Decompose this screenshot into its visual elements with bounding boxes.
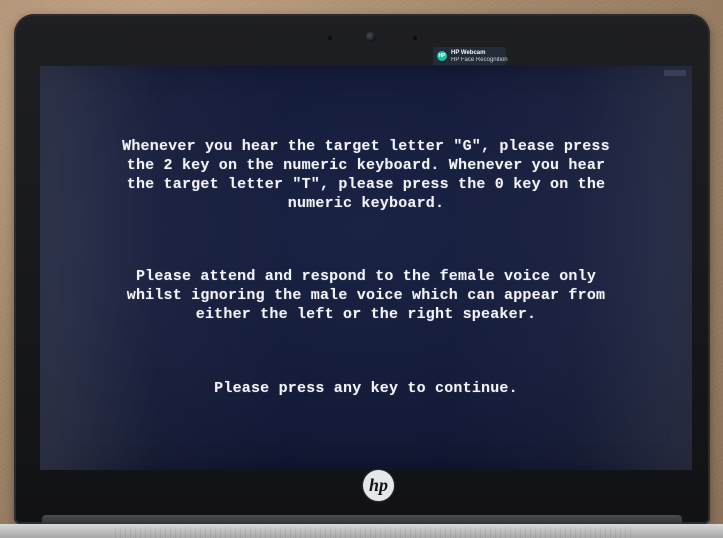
webcam-app-icon: HP <box>437 51 447 61</box>
notification-title: HP Webcam <box>451 50 486 56</box>
microphone-icon-right <box>413 36 417 40</box>
microphone-icon-left <box>328 36 332 40</box>
instruction-paragraph-1: Whenever you hear the target letter "G",… <box>122 138 610 212</box>
laptop-screen[interactable]: Whenever you hear the target letter "G",… <box>40 66 692 470</box>
instruction-paragraph-2: Please attend and respond to the female … <box>126 268 606 323</box>
webcam-icon <box>366 32 376 42</box>
webcam-bar <box>318 28 468 48</box>
hp-logo: hp <box>363 470 394 501</box>
keyboard-edge-pattern <box>115 527 635 538</box>
continue-prompt: Please press any key to continue. <box>214 380 518 397</box>
screen-status-indicator <box>664 70 686 76</box>
photo-scene: HP HP Webcam HP Face Recognition Wheneve… <box>0 0 723 538</box>
webcam-notification[interactable]: HP HP Webcam HP Face Recognition <box>433 47 508 65</box>
notification-subtitle: HP Face Recognition <box>451 57 508 63</box>
